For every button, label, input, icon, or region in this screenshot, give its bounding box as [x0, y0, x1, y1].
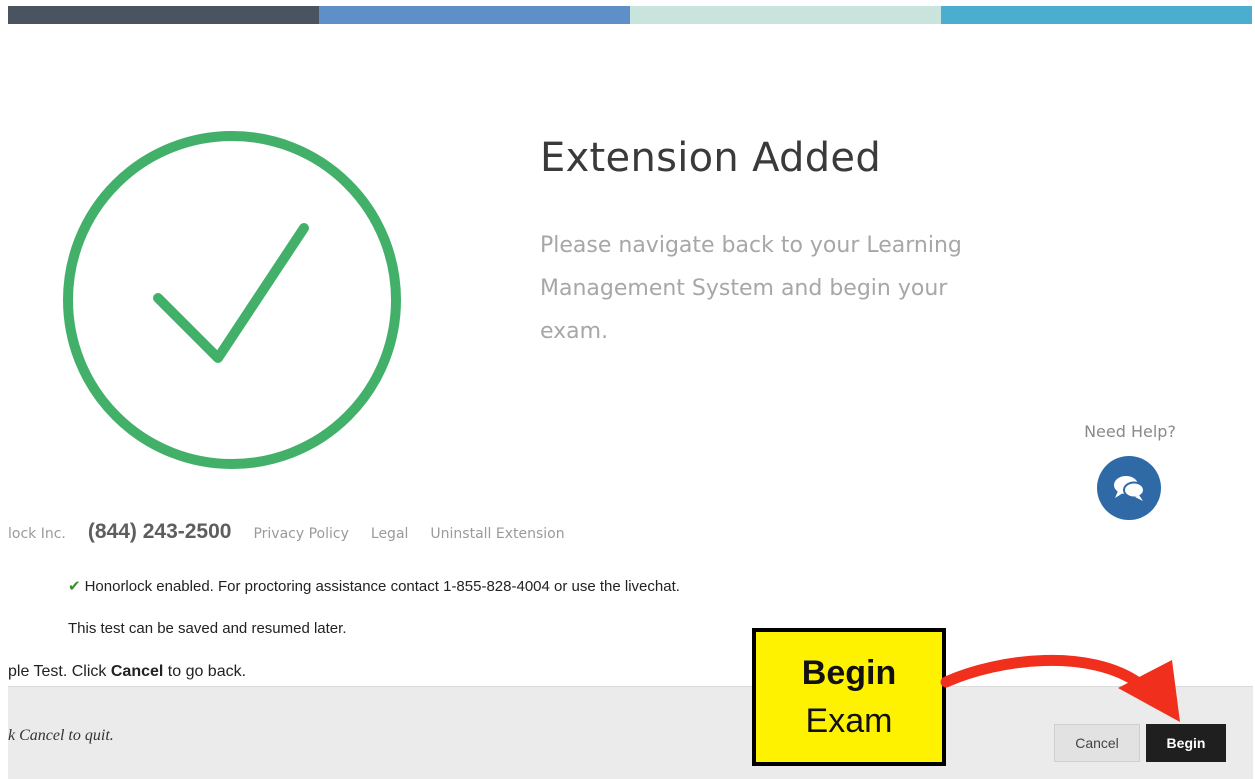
go-back-prefix: ple Test. Click: [8, 663, 111, 680]
uninstall-extension-link[interactable]: Uninstall Extension: [430, 526, 564, 542]
go-back-cancel-word: Cancel: [110, 663, 164, 680]
quit-note: k Cancel to quit.: [8, 727, 114, 744]
need-help-label: Need Help?: [1084, 422, 1176, 441]
callout-line-1: Begin: [801, 654, 897, 692]
support-phone[interactable]: (844) 243-2500: [88, 520, 232, 544]
chat-bubbles-icon: [1114, 476, 1145, 501]
go-back-suffix: to go back.: [163, 663, 247, 680]
top-bar-segment-3: [630, 6, 941, 24]
company-name: lock Inc.: [8, 526, 66, 542]
privacy-policy-link[interactable]: Privacy Policy: [253, 526, 348, 542]
page-title: Extension Added: [540, 135, 882, 181]
top-bar-segment-4: [941, 6, 1252, 24]
honorlock-status: ✔ Honorlock enabled. For proctoring assis…: [68, 577, 680, 595]
begin-exam-callout: Begin Exam: [752, 628, 946, 766]
instruction-message: Please navigate back to your Learning Ma…: [540, 233, 962, 344]
top-bar-segment-2: [319, 6, 630, 24]
check-circle-icon: [63, 131, 401, 469]
legal-link[interactable]: Legal: [371, 526, 409, 542]
go-back-instruction: ple Test. Click Cancel to go back.: [8, 663, 246, 681]
honorlock-status-text: Honorlock enabled. For proctoring assist…: [84, 578, 680, 595]
help-widget: Need Help?: [1070, 422, 1190, 520]
save-resume-note: This test can be saved and resumed later…: [68, 620, 347, 637]
curved-arrow-icon: [940, 654, 1180, 722]
callout-line-2: Exam: [805, 702, 893, 740]
footer-row: lock Inc. (844) 243-2500 Privacy Policy …: [8, 520, 565, 544]
checkmark-icon: ✔: [68, 578, 81, 595]
top-bar-segment-1: [8, 6, 319, 24]
top-color-bar: [8, 6, 1252, 24]
chat-help-button[interactable]: [1097, 456, 1161, 520]
